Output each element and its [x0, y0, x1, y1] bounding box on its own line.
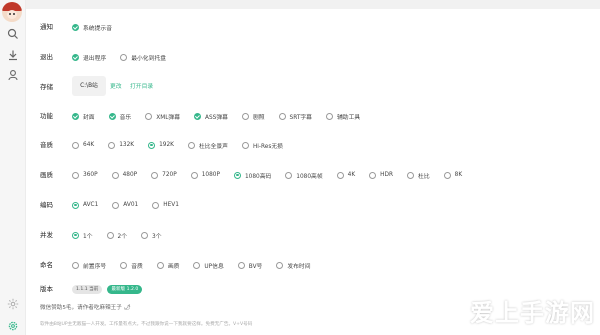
radio-video-hdr[interactable]: HDR [369, 168, 393, 182]
radio-minimize-tray[interactable]: 最小化到托盘 [120, 50, 166, 64]
avatar[interactable] [2, 2, 22, 22]
checkbox-system-sound[interactable]: 系统提示音 [72, 20, 112, 34]
user-icon[interactable] [7, 69, 19, 81]
checkbox-naming-up-info[interactable]: UP信息 [193, 258, 224, 272]
radio-audio-hires[interactable]: Hi-Res无损 [241, 138, 283, 152]
latest-version-badge[interactable]: 最新版 1.2.0 [107, 284, 143, 294]
features-label: 功能 [40, 112, 53, 120]
radio-exit-program[interactable]: 退出程序 [72, 50, 106, 64]
version-badges: 1.1.1 当前 最新版 1.2.0 [72, 282, 147, 296]
codec-options: AVC1 AV01 HEV1 [72, 198, 193, 212]
radio-audio-132k[interactable]: 132K [108, 138, 134, 152]
app-window: 通知 系统提示音 退出 退出程序 最小化到托盘 存储 C:\B站 更改 打开目录… [0, 0, 600, 335]
radio-video-720p[interactable]: 720P [151, 168, 177, 182]
audio-options: 64K 132K 192K 杜比全景声 Hi-Res无损 [72, 138, 297, 152]
storage-path: C:\B站 [72, 76, 106, 96]
checkbox-aux-tools[interactable]: 辅助工具 [325, 109, 360, 123]
exit-options: 退出程序 最小化到托盘 [72, 50, 180, 64]
checkbox-naming-publish-time[interactable]: 发布时间 [276, 258, 311, 272]
checkbox-music[interactable]: 音乐 [108, 109, 131, 123]
video-options: 360P 480P 720P 1080P 1080高码 1080高帧 4K HD… [72, 168, 476, 182]
radio-video-1080-high-fps[interactable]: 1080高帧 [285, 168, 323, 182]
codec-label: 编码 [40, 201, 53, 209]
radio-audio-dolby-atmos[interactable]: 杜比全景声 [187, 138, 228, 152]
radio-codec-hev1[interactable]: HEV1 [152, 198, 179, 212]
title-bar [0, 0, 600, 9]
radio-audio-192k[interactable]: 192K [148, 138, 174, 152]
radio-codec-avc1[interactable]: AVC1 [72, 198, 98, 212]
download-icon[interactable] [7, 49, 19, 61]
radio-codec-av01[interactable]: AV01 [112, 198, 138, 212]
radio-video-1080-high-bitrate[interactable]: 1080高码 [233, 168, 271, 182]
checkbox-srt-subtitle[interactable]: SRT字幕 [278, 109, 312, 123]
checkbox-ass-danmaku[interactable]: ASS弹幕 [194, 109, 228, 123]
audio-label: 音质 [40, 141, 53, 149]
storage-label: 存储 [40, 83, 53, 91]
checkbox-naming-audio[interactable]: 音质 [120, 258, 143, 272]
open-folder-link[interactable]: 打开目录 [130, 80, 153, 94]
video-label: 画质 [40, 171, 53, 179]
checkbox-naming-video[interactable]: 画质 [156, 258, 179, 272]
checkbox-xml-danmaku[interactable]: XML弹幕 [145, 109, 180, 123]
change-path-link[interactable]: 更改 [110, 80, 122, 94]
radio-concurrency-1[interactable]: 1个 [72, 228, 93, 242]
concurrency-options: 1个 2个 3个 [72, 228, 176, 242]
notify-options: 系统提示音 [72, 20, 126, 34]
checkbox-stills[interactable]: 剧照 [241, 109, 265, 123]
checkbox-cover[interactable]: 封面 [72, 109, 95, 123]
naming-options: 前置序号 音质 画质 UP信息 BV号 发布时间 [72, 258, 325, 272]
search-icon[interactable] [7, 28, 19, 40]
naming-label: 命名 [40, 261, 53, 269]
notice-text: 软件由B站UP主无敌猫一人开发。工作量有点大。不过我跟你说一下我就要这样。免费无… [40, 322, 253, 327]
row-storage: 存储 C:\B站 更改 打开目录 [40, 76, 240, 96]
radio-video-8k[interactable]: 8K [443, 168, 462, 182]
radio-video-480p[interactable]: 480P [111, 168, 137, 182]
notify-label: 通知 [40, 23, 53, 31]
watermark-text: 爱上手游网 [470, 298, 595, 327]
sponsor-text: 微信赞助5毛，请作者吃麻辣王子 🌶 [40, 305, 131, 311]
settings-icon[interactable] [7, 320, 19, 332]
current-version-badge: 1.1.1 当前 [72, 284, 103, 294]
radio-concurrency-2[interactable]: 2个 [106, 228, 127, 242]
version-label: 版本 [40, 285, 53, 293]
radio-concurrency-3[interactable]: 3个 [141, 228, 162, 242]
sun-icon[interactable] [7, 298, 19, 310]
checkbox-naming-prefix-index[interactable]: 前置序号 [72, 258, 106, 272]
sidebar [0, 0, 26, 335]
checkbox-naming-bv[interactable]: BV号 [237, 258, 262, 272]
features-options: 封面 音乐 XML弹幕 ASS弹幕 剧照 SRT字幕 辅助工具 [72, 109, 374, 123]
watermark: 爱上手游网 [470, 290, 598, 330]
concurrency-label: 并发 [40, 231, 53, 239]
radio-video-360p[interactable]: 360P [72, 168, 98, 182]
radio-video-dolby[interactable]: 杜比 [407, 168, 430, 182]
radio-video-4k[interactable]: 4K [336, 168, 355, 182]
radio-audio-64k[interactable]: 64K [72, 138, 94, 152]
radio-video-1080p[interactable]: 1080P [190, 168, 220, 182]
exit-label: 退出 [40, 53, 53, 61]
